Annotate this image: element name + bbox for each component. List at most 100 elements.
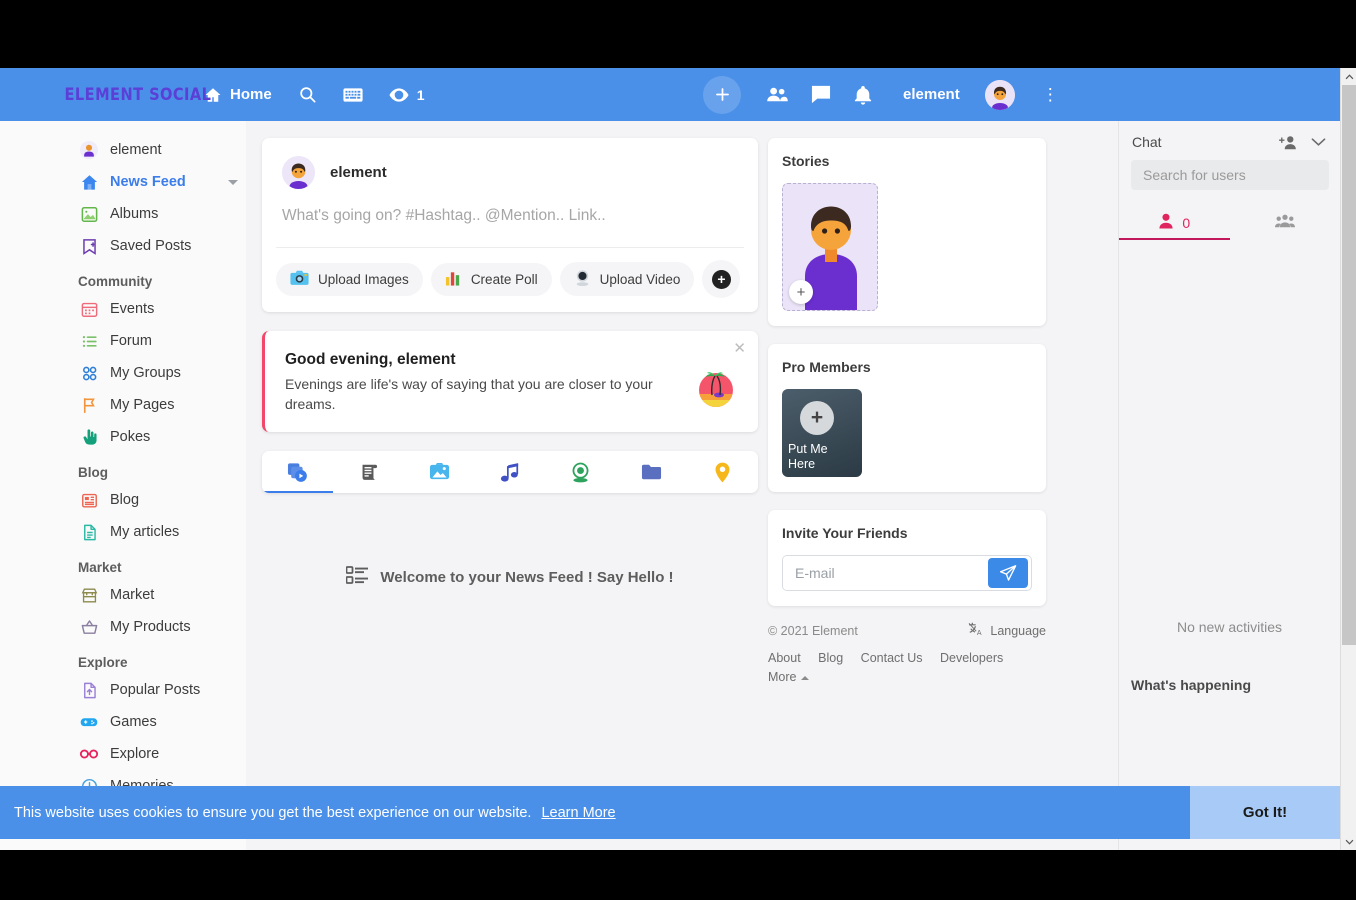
invite-input-row [782,555,1032,591]
sidebar-label: Saved Posts [110,238,192,254]
upload-images-button[interactable]: Upload Images [276,262,423,296]
invite-email-input[interactable] [783,556,988,590]
chat-tab-friends[interactable]: 0 [1119,206,1230,240]
footer-top-row: © 2021 Element A Language [768,622,1046,639]
cookie-text: This website uses cookies to ensure you … [14,804,532,821]
filter-tab-all[interactable] [262,451,333,493]
language-label: Language [990,623,1046,638]
cookie-learn-more-link[interactable]: Learn More [541,805,615,821]
sidebar-item-blog[interactable]: Blog [0,484,246,516]
top-navigation-bar: ELEMENT SOCIAL Home 1 element ⋮ [0,68,1340,121]
sidebar-item-my-articles[interactable]: My articles [0,516,246,548]
feed-empty-text: Welcome to your News Feed ! Say Hello ! [380,569,674,586]
webcam-icon [574,269,591,289]
post-text-input[interactable] [262,189,758,247]
header-username[interactable]: element [903,86,960,103]
friends-icon[interactable] [766,86,788,103]
close-icon[interactable]: ✕ [733,339,746,357]
add-button[interactable] [703,75,741,114]
storefront-icon [78,585,100,605]
avatar[interactable] [984,79,1015,110]
chat-search-input[interactable] [1131,160,1329,190]
chat-tab-groups[interactable] [1230,206,1341,240]
sidebar-item-events[interactable]: Events [0,293,246,325]
cookie-accept-button[interactable]: Got It! [1190,786,1340,839]
sidebar-item-explore[interactable]: Explore [0,738,246,770]
add-person-icon[interactable] [1278,135,1298,150]
filter-tab-location[interactable] [687,451,758,493]
music-note-icon [500,462,518,482]
sidebar-item-my-products[interactable]: My Products [0,611,246,643]
chevron-down-icon[interactable] [228,179,238,185]
newspaper-icon [78,490,100,510]
sidebar-item-albums[interactable]: Albums [0,198,246,230]
filter-tab-articles[interactable] [333,451,404,493]
filter-tab-images[interactable] [404,451,475,493]
location-pin-icon [715,462,730,482]
add-story-tile[interactable]: + [782,183,878,311]
primary-nav: Home 1 [204,85,424,104]
file-up-icon [78,680,100,700]
upload-video-button[interactable]: Upload Video [559,262,695,296]
chevron-down-icon[interactable] [1311,137,1326,147]
sidebar-item-forum[interactable]: Forum [0,325,246,357]
sidebar-item-my-pages[interactable]: My Pages [0,389,246,421]
pro-members-widget: Pro Members + Put Me Here [768,344,1046,492]
scroll-up-arrow[interactable] [1341,68,1356,85]
scrollbar-thumb[interactable] [1342,85,1356,645]
sidebar-label: Pokes [110,429,151,445]
scroll-down-arrow[interactable] [1341,833,1356,850]
site-logo[interactable]: ELEMENT SOCIAL [0,85,211,105]
sidebar-item-games[interactable]: Games [0,706,246,738]
chevron-up-icon [801,675,810,680]
filter-tab-video[interactable] [545,451,616,493]
filter-tab-files[interactable] [616,451,687,493]
chat-header: Chat [1119,121,1340,160]
plus-icon [715,88,729,101]
greeting-card: ✕ Good evening, element Evenings are lif… [262,331,758,432]
footer-link-blog[interactable]: Blog [818,651,843,665]
notifications-icon[interactable] [854,85,872,105]
footer-link-contact[interactable]: Contact Us [861,651,923,665]
put-me-here-tile[interactable]: + Put Me Here [782,389,862,477]
more-options-button[interactable]: + [702,260,741,298]
create-poll-button[interactable]: Create Poll [430,262,552,296]
filter-tab-music[interactable] [475,451,546,493]
sidebar-label: Explore [110,746,160,762]
invite-send-button[interactable] [988,558,1028,588]
sidebar-item-news-feed[interactable]: News Feed [0,166,246,198]
footer-more-toggle[interactable]: More [768,668,810,687]
page-scrollbar[interactable] [1340,68,1356,850]
nav-keyboard[interactable] [343,87,363,103]
composer-avatar[interactable] [282,156,315,189]
glasses-icon [78,744,100,764]
post-composer: element Upload Images Create Poll [262,138,758,312]
messages-icon[interactable] [811,85,831,104]
sidebar-item-saved-posts[interactable]: Saved Posts [0,230,246,262]
nav-home[interactable]: Home [204,86,272,104]
webcam-video-icon [572,462,589,482]
article-scroll-icon [362,464,378,480]
composer-author: element [330,164,387,181]
feed-filter-tabs [262,451,758,493]
translate-icon: A [968,622,984,639]
sidebar-item-my-groups[interactable]: My Groups [0,357,246,389]
nav-home-label: Home [230,86,272,103]
footer-more-label: More [768,670,797,684]
folder-icon [642,464,662,480]
sidebar-item-market[interactable]: Market [0,579,246,611]
browser-viewport: ELEMENT SOCIAL Home 1 element ⋮ element … [0,68,1356,850]
nav-views[interactable]: 1 [389,87,424,103]
sidebar-label: Market [110,587,155,603]
eye-icon [389,87,409,103]
header-menu-icon[interactable]: ⋮ [1038,86,1063,103]
nav-search[interactable] [298,85,317,104]
footer-link-developers[interactable]: Developers [940,651,1003,665]
hand-poke-icon [78,427,100,447]
sidebar-item-popular-posts[interactable]: Popular Posts [0,674,246,706]
language-selector[interactable]: A Language [968,622,1046,639]
sidebar-item-pokes[interactable]: Pokes [0,421,246,453]
sidebar-item-profile[interactable]: element [0,134,246,166]
create-poll-label: Create Poll [470,271,538,287]
footer-link-about[interactable]: About [768,651,801,665]
